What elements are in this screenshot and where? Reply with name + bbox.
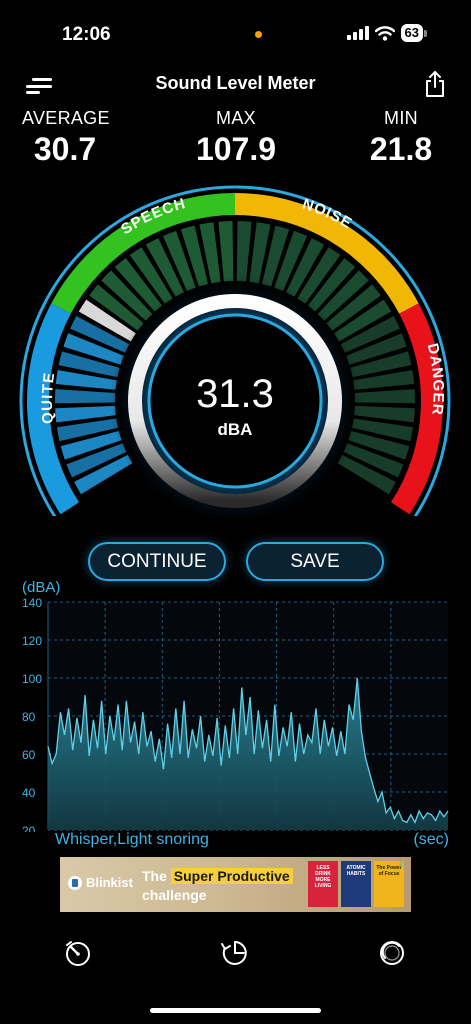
current-reading-value: 31.3 [196,372,274,416]
ad-brand-name: Blinkist [86,875,133,890]
settings-icon[interactable] [377,938,407,968]
gauge-segment [55,405,116,423]
gauge-segment [55,389,116,404]
current-reading-unit: dBA [217,420,253,439]
chart-y-tick: 80 [22,710,36,724]
gauge-segment [236,221,252,282]
speedometer-icon[interactable] [63,938,93,968]
stat-min-value: 21.8 [369,131,433,167]
chart-caption: Whisper,Light snoring [55,831,209,848]
continue-button[interactable]: CONTINUE [88,542,226,581]
ad-book-2: ATOMIC HABITS [341,861,371,907]
chart-y-unit: (dBA) [22,579,61,596]
decibel-history-chart: 20 40 60 80 100 120 140 [22,596,449,832]
svg-text:QUITE: QUITE [39,371,58,424]
stat-average-label: AVERAGE [22,108,110,128]
history-icon[interactable] [220,938,250,968]
chart-y-tick: 60 [22,748,36,762]
status-time: 12:06 [62,24,111,45]
ad-line1-pre: The [142,868,167,884]
ad-banner[interactable]: Blinkist The Super Productive challenge … [60,857,411,912]
stat-average-value: 30.7 [33,131,97,167]
privacy-indicator [255,31,262,38]
stat-max-label: MAX [216,108,256,128]
zone-label-quite: QUITE [39,371,57,424]
ad-choices-icon[interactable]: ▷ [398,859,408,869]
ad-books: LESS DRINK MORE LIVING ATOMIC HABITS The… [308,861,404,907]
chart-y-tick: 120 [22,634,42,648]
signal-icon [346,26,369,40]
battery-icon [424,29,427,37]
home-indicator [150,1008,321,1013]
ad-line2: challenge [142,887,207,903]
wifi-icon [374,25,395,41]
ad-headline: The Super Productive challenge [142,867,293,905]
gauge-segment [354,389,416,404]
stat-average: AVERAGE 30.7 [22,108,110,168]
blinkist-logo-icon [68,875,82,890]
current-reading: 31.3 dBA [135,372,335,440]
share-icon[interactable] [422,70,448,98]
ad-line1-highlight: Super Productive [170,868,293,884]
ad-brand: Blinkist [68,875,133,890]
status-icons: 63 [346,24,427,42]
stat-min: MIN 21.8 [356,108,446,168]
chart-y-tick: 40 [22,786,36,800]
gauge-segment [218,221,234,282]
save-button[interactable]: SAVE [246,542,384,581]
chart-y-tick: 20 [22,824,36,832]
chart-y-tick: 140 [22,596,42,610]
stat-min-label: MIN [384,108,418,128]
battery-level: 63 [400,24,423,42]
page-title: Sound Level Meter [155,73,316,93]
chart-x-unit: (sec) [413,831,449,848]
chart-y-tick: 100 [22,672,42,686]
sound-gauge: QUITE SPEECH NOISE DANGER [19,185,451,516]
stat-max-value: 107.9 [195,131,277,167]
ad-book-1: LESS DRINK MORE LIVING [308,861,338,907]
stat-max: MAX 107.9 [186,108,286,168]
gauge-segment [354,405,415,423]
